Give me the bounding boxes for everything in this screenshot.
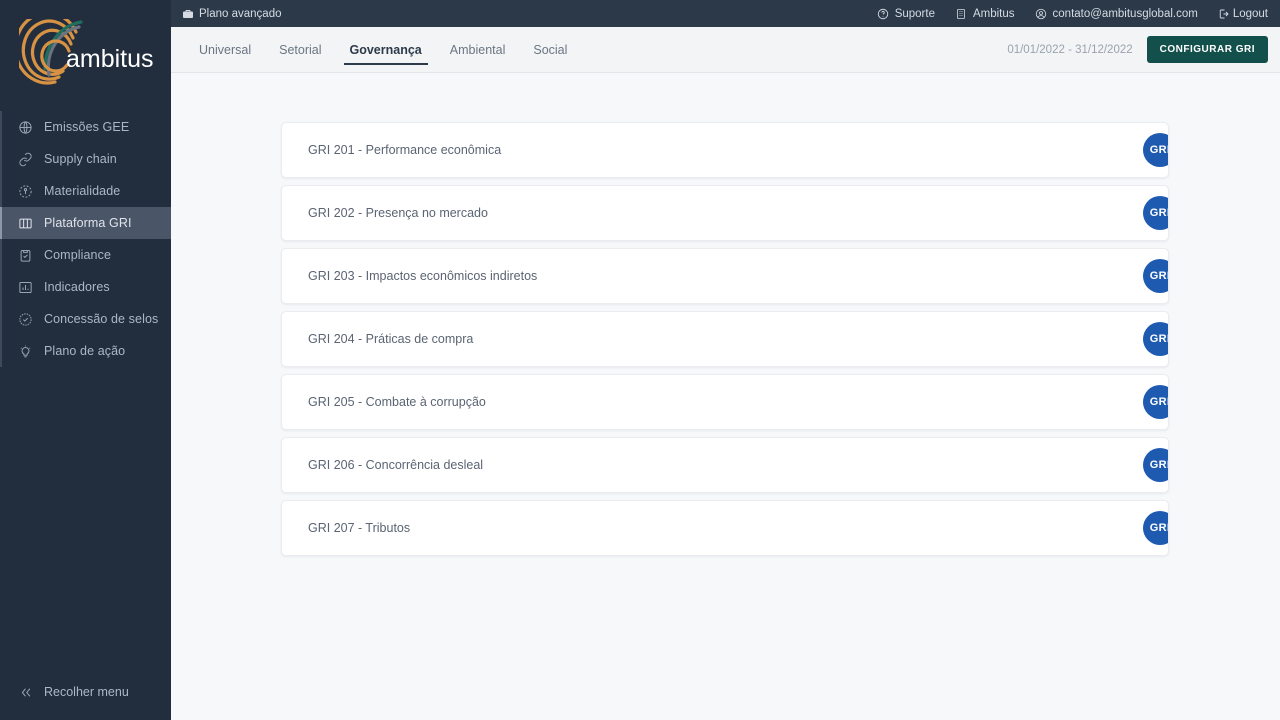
company-link[interactable]: Ambitus — [955, 7, 1015, 20]
tab-label: Setorial — [279, 42, 322, 57]
app-logo[interactable]: ambitus — [0, 0, 171, 111]
seal-check-icon — [16, 310, 34, 328]
sidebar-item-label: Concessão de selos — [44, 312, 159, 326]
date-range-label[interactable]: 01/01/2022 - 31/12/2022 — [1007, 44, 1132, 56]
topbar-left: Plano avançado — [181, 7, 281, 20]
tab-label: Governança — [349, 42, 422, 57]
sidebar-item-label: Materialidade — [44, 184, 121, 198]
gri-card[interactable]: GRI 202 - Presença no mercado GRI — [281, 185, 1169, 241]
gri-card-title: GRI 202 - Presença no mercado — [308, 206, 488, 220]
sidebar-item-compliance[interactable]: Compliance — [0, 239, 171, 271]
chevrons-left-icon — [16, 683, 34, 701]
gri-badge[interactable]: GRI — [1143, 448, 1168, 482]
nav-accent-bar — [0, 111, 2, 143]
sidebar-item-materialidade[interactable]: Materialidade — [0, 175, 171, 207]
lightbulb-icon — [16, 342, 34, 360]
sidebar-item-label: Plataforma GRI — [44, 216, 132, 230]
nav-accent-bar — [0, 207, 2, 239]
tab-list: Universal Setorial Governança Ambiental … — [171, 27, 581, 72]
collapse-menu-button[interactable]: Recolher menu — [0, 672, 171, 712]
gri-card[interactable]: GRI 203 - Impactos econômicos indiretos … — [281, 248, 1169, 304]
topbar: Plano avançado Suporte Ambitus contato@a… — [171, 0, 1280, 27]
account-link[interactable]: contato@ambitusglobal.com — [1035, 7, 1198, 20]
gri-badge[interactable]: GRI — [1143, 133, 1168, 167]
globe-icon — [16, 118, 34, 136]
bar-chart-icon — [16, 278, 34, 296]
nav-accent-bar — [0, 175, 2, 207]
logout-icon — [1218, 7, 1231, 20]
tab-ambiental[interactable]: Ambiental — [436, 27, 520, 72]
materiality-icon — [16, 182, 34, 200]
plan-label: Plano avançado — [199, 7, 282, 20]
help-circle-icon — [877, 7, 890, 20]
columns-icon — [16, 214, 34, 232]
gri-card-title: GRI 205 - Combate à corrupção — [308, 395, 486, 409]
tabbar-actions: 01/01/2022 - 31/12/2022 CONFIGURAR GRI — [1007, 27, 1268, 72]
sidebar-item-concessao-de-selos[interactable]: Concessão de selos — [0, 303, 171, 335]
gri-card-title: GRI 201 - Performance econômica — [308, 143, 502, 157]
configurar-gri-button[interactable]: CONFIGURAR GRI — [1146, 36, 1268, 63]
gri-card[interactable]: GRI 207 - Tributos GRI — [281, 500, 1169, 556]
building-icon — [955, 7, 968, 20]
gri-card[interactable]: GRI 206 - Concorrência desleal GRI — [281, 437, 1169, 493]
tab-label: Universal — [199, 42, 252, 57]
logout-label: Logout — [1232, 7, 1268, 20]
nav-accent-bar — [0, 239, 2, 271]
sidebar-item-emissoes-gee[interactable]: Emissões GEE — [0, 111, 171, 143]
briefcase-icon — [181, 7, 194, 20]
sidebar-item-label: Plano de ação — [44, 344, 126, 358]
nav-accent-bar — [0, 143, 2, 175]
logout-button[interactable]: Logout — [1218, 7, 1268, 20]
tab-setorial[interactable]: Setorial — [265, 27, 335, 72]
app-root: ambitus Emissões GEE Supply chain Materi… — [0, 0, 1280, 720]
gri-card-title: GRI 207 - Tributos — [308, 521, 411, 535]
tab-social[interactable]: Social — [519, 27, 581, 72]
clipboard-check-icon — [16, 246, 34, 264]
nav-accent-bar — [0, 303, 2, 335]
sidebar-item-supply-chain[interactable]: Supply chain — [0, 143, 171, 175]
gri-badge[interactable]: GRI — [1143, 259, 1168, 293]
sidebar-nav: Emissões GEE Supply chain Materialidade … — [0, 111, 171, 672]
sidebar-item-plataforma-gri[interactable]: Plataforma GRI — [0, 207, 171, 239]
gri-card-list: GRI 201 - Performance econômica GRI GRI … — [171, 73, 1280, 556]
link-icon — [16, 150, 34, 168]
tab-universal[interactable]: Universal — [185, 27, 265, 72]
sidebar-item-indicadores[interactable]: Indicadores — [0, 271, 171, 303]
sidebar-item-label: Indicadores — [44, 280, 110, 294]
sidebar-item-label: Supply chain — [44, 152, 117, 166]
tabbar: Universal Setorial Governança Ambiental … — [171, 27, 1280, 73]
tab-label: Social — [533, 42, 568, 57]
sidebar-item-plano-de-acao[interactable]: Plano de ação — [0, 335, 171, 367]
account-circle-icon — [1035, 7, 1048, 20]
support-label: Suporte — [894, 7, 935, 20]
gri-card-title: GRI 206 - Concorrência desleal — [308, 458, 484, 472]
nav-accent-bar — [0, 335, 2, 367]
company-label: Ambitus — [972, 7, 1015, 20]
gri-badge[interactable]: GRI — [1143, 385, 1168, 419]
gri-badge[interactable]: GRI — [1143, 196, 1168, 230]
tab-label: Ambiental — [449, 42, 506, 57]
gri-badge[interactable]: GRI — [1143, 322, 1168, 356]
sidebar-item-label: Compliance — [44, 248, 112, 262]
plan-badge[interactable]: Plano avançado — [181, 7, 281, 20]
sidebar: ambitus Emissões GEE Supply chain Materi… — [0, 0, 171, 720]
gri-card[interactable]: GRI 204 - Práticas de compra GRI — [281, 311, 1169, 367]
topbar-right: Suporte Ambitus contato@ambitusglobal.co… — [857, 7, 1268, 20]
gri-card-title: GRI 203 - Impactos econômicos indiretos — [308, 269, 538, 283]
collapse-menu-label: Recolher menu — [44, 685, 129, 699]
ambitus-logo-icon: ambitus — [18, 18, 154, 85]
gri-card[interactable]: GRI 205 - Combate à corrupção GRI — [281, 374, 1169, 430]
nav-accent-bar — [0, 271, 2, 303]
sidebar-item-label: Emissões GEE — [44, 120, 130, 134]
tab-governanca[interactable]: Governança — [336, 27, 436, 72]
logo-wordmark: ambitus — [66, 45, 154, 73]
support-link[interactable]: Suporte — [877, 7, 935, 20]
gri-card[interactable]: GRI 201 - Performance econômica GRI — [281, 122, 1169, 178]
gri-card-title: GRI 204 - Práticas de compra — [308, 332, 474, 346]
account-email: contato@ambitusglobal.com — [1052, 7, 1198, 20]
main-region: Plano avançado Suporte Ambitus contato@a… — [171, 0, 1280, 720]
gri-badge[interactable]: GRI — [1143, 511, 1168, 545]
content-area: GRI 201 - Performance econômica GRI GRI … — [171, 73, 1280, 720]
